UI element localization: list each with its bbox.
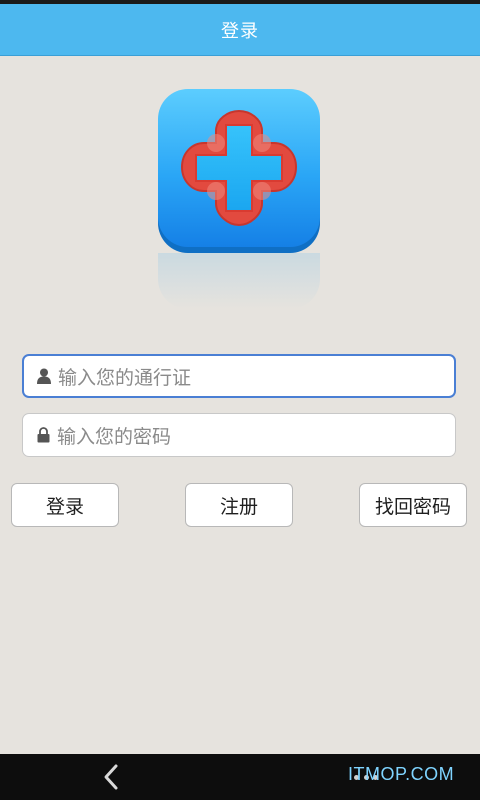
password-field[interactable]: 输入您的密码 <box>22 413 456 457</box>
username-field[interactable]: 输入您的通行证 <box>22 354 456 398</box>
user-icon <box>34 366 54 386</box>
logo-reflection <box>158 253 320 309</box>
login-button[interactable]: 登录 <box>11 483 119 527</box>
password-placeholder: 输入您的密码 <box>57 425 172 448</box>
lock-icon <box>33 425 53 445</box>
page-title: 登录 <box>221 20 259 42</box>
back-icon[interactable] <box>98 762 126 792</box>
title-bar: 登录 <box>0 4 480 56</box>
app-logo <box>158 89 320 309</box>
forgot-password-button[interactable]: 找回密码 <box>359 483 467 527</box>
red-cross-medical-icon <box>158 89 320 253</box>
username-placeholder: 输入您的通行证 <box>58 366 192 389</box>
watermark: ITMOP.COM <box>348 764 455 784</box>
register-button[interactable]: 注册 <box>185 483 293 527</box>
